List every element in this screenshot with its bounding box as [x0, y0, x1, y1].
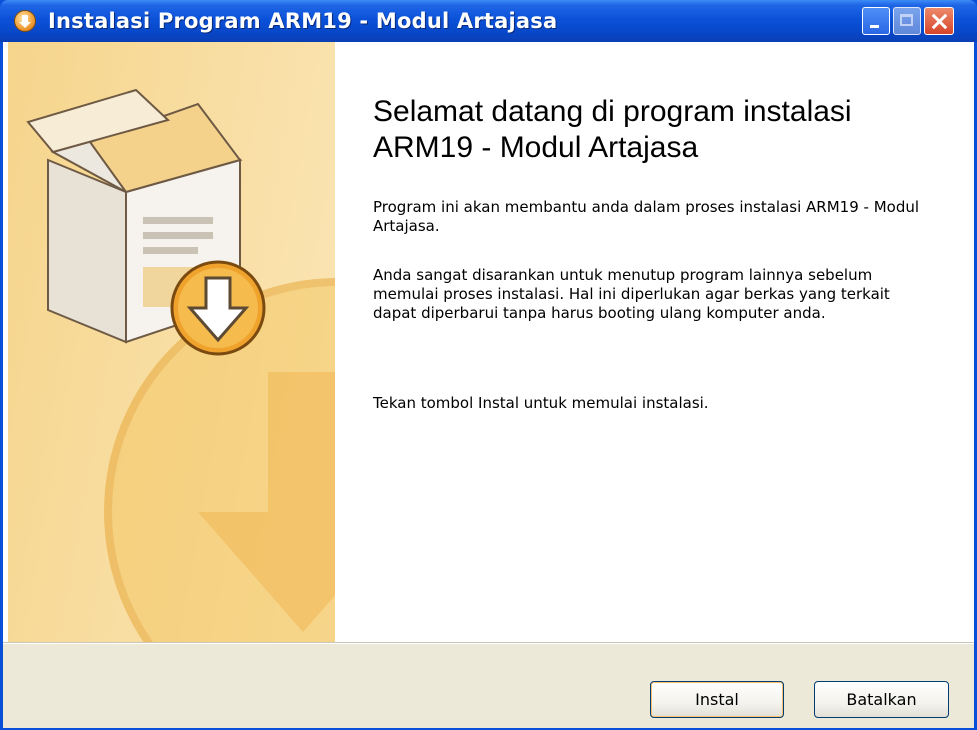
close-programs-paragraph: Anda sangat disarankan untuk menutup pro… — [373, 266, 890, 322]
box-side — [47, 158, 127, 344]
button-footer: Instal Batalkan — [3, 642, 974, 728]
install-instruction-paragraph: Tekan tombol Instal untuk memulai instal… — [373, 394, 709, 412]
installer-window: Instalasi Program ARM19 - Modul Artajasa — [0, 0, 977, 730]
intro-paragraph: Program ini akan membantu anda dalam pro… — [373, 198, 920, 235]
title-bar[interactable]: Instalasi Program ARM19 - Modul Artajasa — [0, 0, 977, 42]
installer-app-icon — [14, 10, 36, 32]
welcome-heading: Selamat datang di program instalasi ARM1… — [373, 95, 852, 164]
box-label-line — [143, 232, 213, 239]
client-area: Selamat datang di program instalasi ARM1… — [3, 42, 974, 728]
wizard-side-panel — [8, 42, 335, 642]
box-label-line — [143, 217, 213, 224]
install-button[interactable]: Instal — [650, 681, 784, 718]
window-title: Instalasi Program ARM19 - Modul Artajasa — [48, 9, 558, 33]
maximize-button — [893, 7, 921, 35]
installer-box-graphic — [26, 88, 335, 642]
box-label-line — [143, 247, 198, 254]
minimize-button[interactable] — [862, 7, 890, 35]
cancel-button[interactable]: Batalkan — [814, 681, 949, 718]
close-button[interactable] — [924, 7, 954, 35]
